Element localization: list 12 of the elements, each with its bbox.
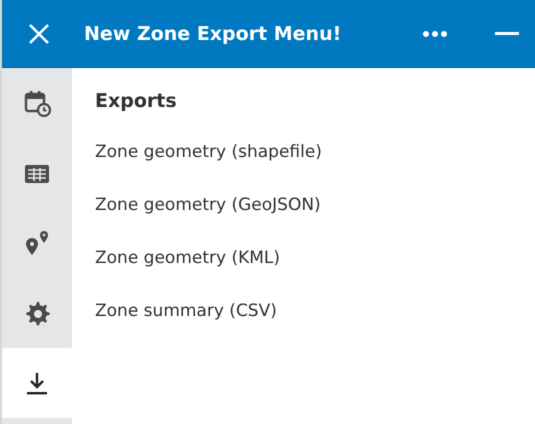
section-heading: Exports — [95, 90, 178, 112]
export-option[interactable]: Zone geometry (shapefile) — [95, 142, 322, 162]
sidebar-tab[interactable] — [2, 348, 72, 418]
close-icon — [28, 22, 50, 44]
minimize-icon — [495, 32, 519, 35]
export-option[interactable]: Zone summary (CSV) — [95, 301, 277, 321]
window-title: New Zone Export Menu! — [84, 22, 342, 44]
map-pins-icon — [23, 229, 51, 257]
export-option[interactable]: Zone geometry (GeoJSON) — [95, 195, 321, 215]
calendar-clock-icon — [23, 89, 51, 117]
more-icon — [423, 30, 447, 36]
export-option[interactable]: Zone geometry (KML) — [95, 248, 280, 268]
